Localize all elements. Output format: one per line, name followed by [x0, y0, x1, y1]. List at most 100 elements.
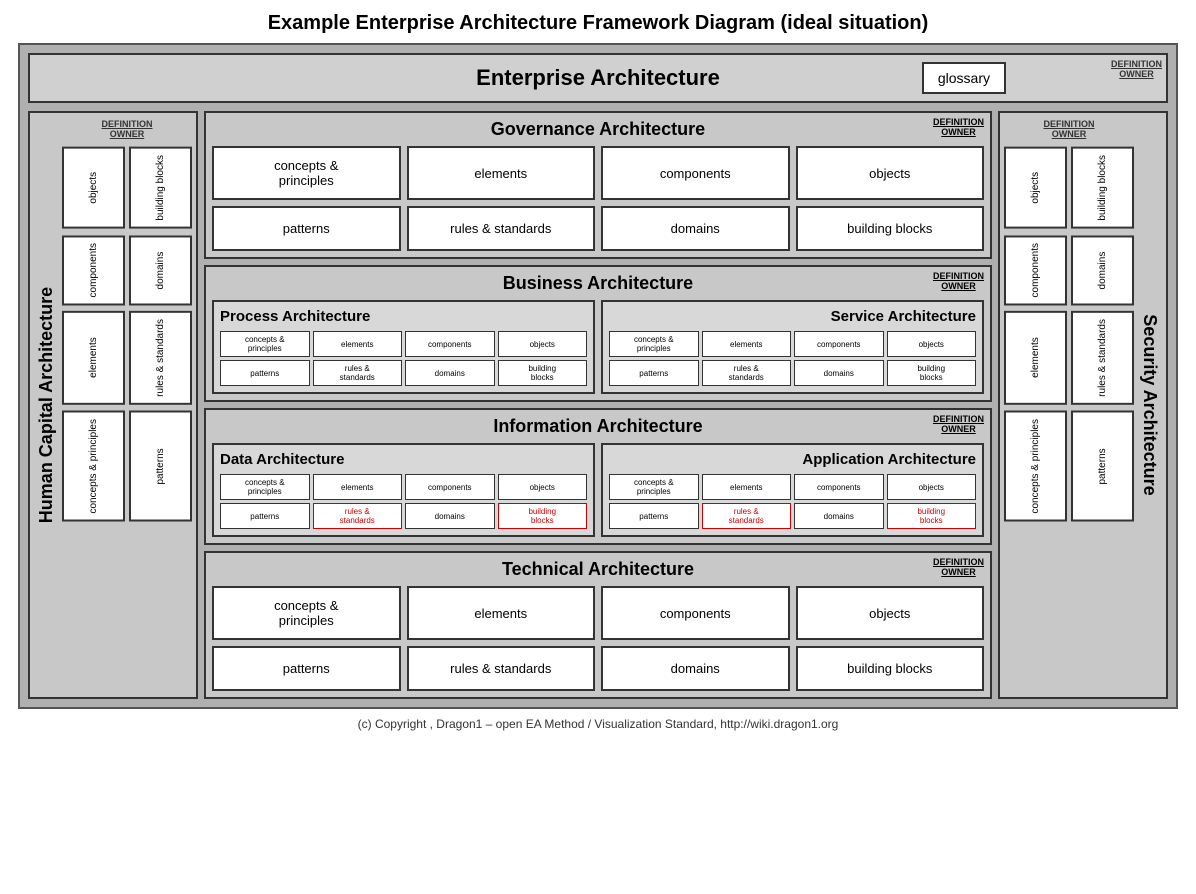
- left-sidebar-label: Human Capital Architecture: [36, 287, 57, 523]
- glossary-box[interactable]: glossary: [922, 62, 1006, 94]
- left-row-2: components domains: [62, 235, 192, 305]
- right-sidebar: Security Architecture DEFINITION OWNER o…: [998, 111, 1168, 699]
- business-section: Business Architecture DEFINITION OWNER P…: [204, 265, 992, 402]
- data-arch: Data Architecture concepts &principles e…: [212, 443, 595, 537]
- proc-1: elements: [313, 331, 403, 357]
- dat-7: buildingblocks: [498, 503, 588, 529]
- app-0: concepts &principles: [609, 474, 699, 500]
- service-grid: concepts &principles elements components…: [609, 331, 976, 386]
- information-def-owner: DEFINITION OWNER: [933, 414, 984, 434]
- technical-section: Technical Architecture DEFINITION OWNER …: [204, 551, 992, 699]
- data-grid: concepts &principles elements components…: [220, 474, 587, 529]
- ea-bar: Enterprise Architecture glossary DEFINIT…: [28, 53, 1168, 103]
- proc-0: concepts &principles: [220, 331, 310, 357]
- governance-grid: concepts &principles elements components…: [212, 146, 984, 251]
- service-title: Service Architecture: [609, 308, 976, 325]
- svc-3: objects: [887, 331, 977, 357]
- left-def-owner: DEFINITION OWNER: [62, 119, 192, 139]
- app-2: components: [794, 474, 884, 500]
- information-inner: Data Architecture concepts &principles e…: [212, 443, 984, 537]
- tech-cell-5: rules & standards: [407, 646, 596, 691]
- proc-2: components: [405, 331, 495, 357]
- right-patterns: patterns: [1071, 411, 1134, 522]
- proc-7: buildingblocks: [498, 360, 588, 386]
- proc-6: domains: [405, 360, 495, 386]
- right-def-owner: DEFINITION OWNER: [1004, 119, 1134, 139]
- tech-cell-0: concepts &principles: [212, 586, 401, 640]
- tech-cell-1: elements: [407, 586, 596, 640]
- left-row-3: elements rules & standards: [62, 311, 192, 405]
- dat-3: objects: [498, 474, 588, 500]
- proc-5: rules &standards: [313, 360, 403, 386]
- dat-4: patterns: [220, 503, 310, 529]
- tech-cell-2: components: [601, 586, 790, 640]
- svc-2: components: [794, 331, 884, 357]
- right-domains: domains: [1071, 235, 1134, 305]
- tech-cell-7: building blocks: [796, 646, 985, 691]
- ea-def-owner: DEFINITION OWNER: [1111, 59, 1162, 79]
- left-concepts: concepts & principles: [62, 411, 125, 522]
- app-3: objects: [887, 474, 977, 500]
- information-section: Information Architecture DEFINITION OWNE…: [204, 408, 992, 545]
- business-def-owner: DEFINITION OWNER: [933, 271, 984, 291]
- app-7: buildingblocks: [887, 503, 977, 529]
- right-row-3: elements rules & standards: [1004, 311, 1134, 405]
- dat-2: components: [405, 474, 495, 500]
- app-4: patterns: [609, 503, 699, 529]
- process-arch: Process Architecture concepts &principle…: [212, 300, 595, 394]
- service-arch: Service Architecture concepts &principle…: [601, 300, 984, 394]
- tech-cell-3: objects: [796, 586, 985, 640]
- svc-4: patterns: [609, 360, 699, 386]
- dat-0: concepts &principles: [220, 474, 310, 500]
- application-title: Application Architecture: [609, 451, 976, 468]
- right-row-4: concepts & principles patterns: [1004, 411, 1134, 522]
- left-patterns: patterns: [129, 411, 192, 522]
- center-area: Governance Architecture DEFINITION OWNER…: [204, 111, 992, 699]
- svc-6: domains: [794, 360, 884, 386]
- right-rules-standards: rules & standards: [1071, 311, 1134, 405]
- footer: (c) Copyright , Dragon1 – open EA Method…: [358, 709, 839, 739]
- governance-title: Governance Architecture: [212, 119, 984, 140]
- right-sidebar-label: Security Architecture: [1139, 314, 1160, 495]
- gov-cell-7: building blocks: [796, 206, 985, 251]
- app-5: rules &standards: [702, 503, 792, 529]
- business-title: Business Architecture: [212, 273, 984, 294]
- governance-def-owner: DEFINITION OWNER: [933, 117, 984, 137]
- process-title: Process Architecture: [220, 308, 587, 325]
- left-row-4: concepts & principles patterns: [62, 411, 192, 522]
- dat-1: elements: [313, 474, 403, 500]
- left-row-1: objects building blocks: [62, 147, 192, 229]
- technical-title: Technical Architecture: [212, 559, 984, 580]
- right-components: components: [1004, 235, 1067, 305]
- gov-cell-1: elements: [407, 146, 596, 200]
- right-elements: elements: [1004, 311, 1067, 405]
- proc-3: objects: [498, 331, 588, 357]
- application-grid: concepts &principles elements components…: [609, 474, 976, 529]
- process-grid: concepts &principles elements components…: [220, 331, 587, 386]
- application-arch: Application Architecture concepts &princ…: [601, 443, 984, 537]
- left-elements: elements: [62, 311, 125, 405]
- right-building-blocks: building blocks: [1071, 147, 1134, 229]
- dat-5: rules &standards: [313, 503, 403, 529]
- right-row-2: components domains: [1004, 235, 1134, 305]
- page-title: Example Enterprise Architecture Framewor…: [0, 0, 1196, 43]
- technical-def-owner: DEFINITION OWNER: [933, 557, 984, 577]
- gov-cell-3: objects: [796, 146, 985, 200]
- dat-6: domains: [405, 503, 495, 529]
- gov-cell-6: domains: [601, 206, 790, 251]
- right-row-1: objects building blocks: [1004, 147, 1134, 229]
- tech-cell-4: patterns: [212, 646, 401, 691]
- svc-1: elements: [702, 331, 792, 357]
- gov-cell-0: concepts &principles: [212, 146, 401, 200]
- left-rules-standards: rules & standards: [129, 311, 192, 405]
- main-frame: Enterprise Architecture glossary DEFINIT…: [18, 43, 1178, 709]
- svc-5: rules &standards: [702, 360, 792, 386]
- gov-cell-5: rules & standards: [407, 206, 596, 251]
- left-components: components: [62, 235, 125, 305]
- right-sidebar-content: DEFINITION OWNER objects building blocks…: [1000, 113, 1138, 697]
- proc-4: patterns: [220, 360, 310, 386]
- content-area: Human Capital Architecture DEFINITION OW…: [28, 111, 1168, 699]
- tech-cell-6: domains: [601, 646, 790, 691]
- information-title: Information Architecture: [212, 416, 984, 437]
- data-title: Data Architecture: [220, 451, 587, 468]
